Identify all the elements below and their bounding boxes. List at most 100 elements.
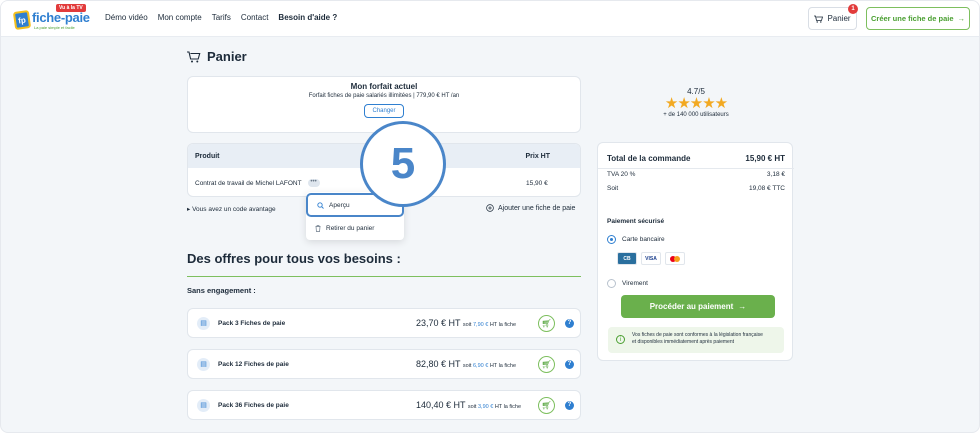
nav-contact[interactable]: Contact [241,13,269,22]
add-to-cart-icon[interactable]: 🛒︎ [538,355,555,373]
offers-divider [187,276,581,277]
secure-payment-label: Paiement sécurisé [607,218,665,225]
arrow-right-icon: → [957,14,966,23]
nav-help[interactable]: Besoin d'aide ? [278,13,337,22]
add-payslip-link[interactable]: Ajouter une fiche de paie [486,204,575,212]
plus-circle-icon [486,204,494,212]
offer-unit-price: 7,90 € [472,322,489,328]
card-payment-option[interactable]: Carte bancaire [607,235,665,244]
compliance-line-2: et disponibles immédiatement après paiem… [632,339,734,346]
add-to-cart-icon[interactable]: 🛒︎ [538,396,555,414]
ttc-label: Soit [607,185,619,192]
document-icon: ▤ [197,316,210,330]
offer-unit-price: 6,90 € [472,363,489,369]
logo-tagline: La paie simple et facile [34,25,75,30]
summary-divider [598,168,794,169]
offers-subtitle: Sans engagement : [187,286,256,295]
offer-card: ▤ Pack 12 Fiches de paie 82,80 € HT soit… [187,349,581,379]
step-number-callout: 5 [360,121,446,207]
offer-label: Pack 3 Fiches de paie [218,319,286,327]
logo-tv-badge: Vu à la TV [56,4,86,12]
remove-label: Retirer du panier [326,224,375,232]
visa-card-icon: VISA [641,252,661,265]
tva-value: 3,18 € [766,171,785,178]
app-frame: fp fiche-paie Vu à la TV La paie simple … [0,0,980,433]
document-icon: ▤ [197,357,210,371]
transfer-payment-option[interactable]: Virement [607,279,648,288]
rating-block: 4.7/5 ★★★★★ + de 140 000 utilisateurs [641,87,751,118]
star-rating-icon: ★★★★★ [664,95,728,112]
preview-label: Aperçu [329,201,350,209]
search-icon [317,201,324,209]
offer-unit-ht: HT [494,404,503,410]
ttc-value: 19,08 € TTC [748,185,785,192]
create-payslip-button[interactable]: Créer une fiche de paie → [866,7,970,30]
ttc-line: Soit 19,08 € TTC [607,185,785,192]
plan-title: Mon forfait actuel [350,82,418,91]
total-value: 15,90 € HT [745,154,785,163]
create-payslip-label: Créer une fiche de paie [870,14,954,23]
info-icon[interactable]: ? [565,318,574,328]
compliance-line-1: Vos fiches de paie sont conformes à la l… [632,332,763,338]
offers-title: Des offres pour tous vos besoins : [187,251,401,266]
total-line: Total de la commande 15,90 € HT [607,154,785,163]
nav-account[interactable]: Mon compte [158,13,202,22]
info-icon: i [616,335,625,344]
offer-card: ▤ Pack 3 Fiches de paie 23,70 € HT soit … [187,308,581,338]
offer-price: 140,40 € HT soit 3,90 € HT la fiche [416,400,521,410]
page-title: Panier [187,49,247,64]
offer-unit-ht: HT [489,363,498,369]
offer-price-value: 23,70 € HT [416,318,461,328]
offer-price: 82,80 € HT soit 6,90 € HT la fiche [416,359,516,369]
document-icon: ▤ [197,398,210,412]
add-payslip-label: Ajouter une fiche de paie [498,204,576,212]
arrow-right-icon: → [738,302,747,311]
offer-price: 23,70 € HT soit 7,90 € HT la fiche [416,318,516,328]
tva-line: TVA 20 % 3,18 € [607,171,785,178]
nav-demo[interactable]: Démo vidéo [105,13,148,22]
offer-unit-suffix: la fiche [498,322,517,328]
nav-pricing[interactable]: Tarifs [212,13,231,22]
offer-label: Pack 36 Fiches de paie [218,401,289,409]
offer-unit-suffix: la fiche [498,363,517,369]
caret-right-icon: ▸ [187,206,191,213]
cart-icon [187,50,201,62]
proceed-to-payment-button[interactable]: Procéder au paiement → [621,295,775,318]
rating-users: + de 140 000 utilisateurs [663,112,729,118]
cart-icon [814,15,824,23]
remove-menu-item[interactable]: Retirer du panier [306,217,404,239]
card-brands: CB VISA [617,252,685,265]
order-summary-card: Total de la commande 15,90 € HT TVA 20 %… [597,142,794,361]
page-title-text: Panier [207,49,247,64]
offer-soit: soit [462,322,472,328]
total-label: Total de la commande [607,154,691,163]
transfer-payment-label: Virement [622,280,648,287]
offer-card: ▤ Pack 36 Fiches de paie 140,40 € HT soi… [187,390,581,420]
product-price: 15,90 € [526,179,548,187]
offer-soit: soit [467,404,477,410]
logo-name: fiche-paie [32,10,90,25]
product-column-header: Produit [195,152,220,160]
offer-unit-suffix: la fiche [503,404,522,410]
top-bar: fp fiche-paie Vu à la TV La paie simple … [1,1,979,37]
offer-label: Pack 12 Fiches de paie [218,360,289,368]
more-options-button[interactable]: ••• [307,179,320,187]
change-plan-button[interactable]: Changer [364,104,404,118]
logo-mark-icon: fp [12,9,32,31]
add-to-cart-icon[interactable]: 🛒︎ [538,314,555,332]
logo[interactable]: fp fiche-paie Vu à la TV La paie simple … [12,4,90,32]
info-icon[interactable]: ? [565,359,574,369]
trash-icon [315,224,321,232]
cb-card-icon: CB [617,252,637,265]
cart-label: Panier [827,14,851,23]
promo-code-link[interactable]: ▸ Vous avez un code avantage [187,205,276,213]
compliance-notice: i Vos fiches de paie sont conformes à la… [608,327,784,353]
mastercard-icon [665,252,685,265]
plan-detail: Forfait fiches de paie salariés illimité… [308,93,460,99]
price-column-header: Prix HT [525,152,550,160]
offer-price-value: 140,40 € HT [416,400,466,410]
offer-unit-ht: HT [489,322,498,328]
info-icon[interactable]: ? [565,400,574,410]
product-name: Contrat de travail de Michel LAFONT [195,179,302,187]
offer-unit-price: 3,90 € [477,404,494,410]
